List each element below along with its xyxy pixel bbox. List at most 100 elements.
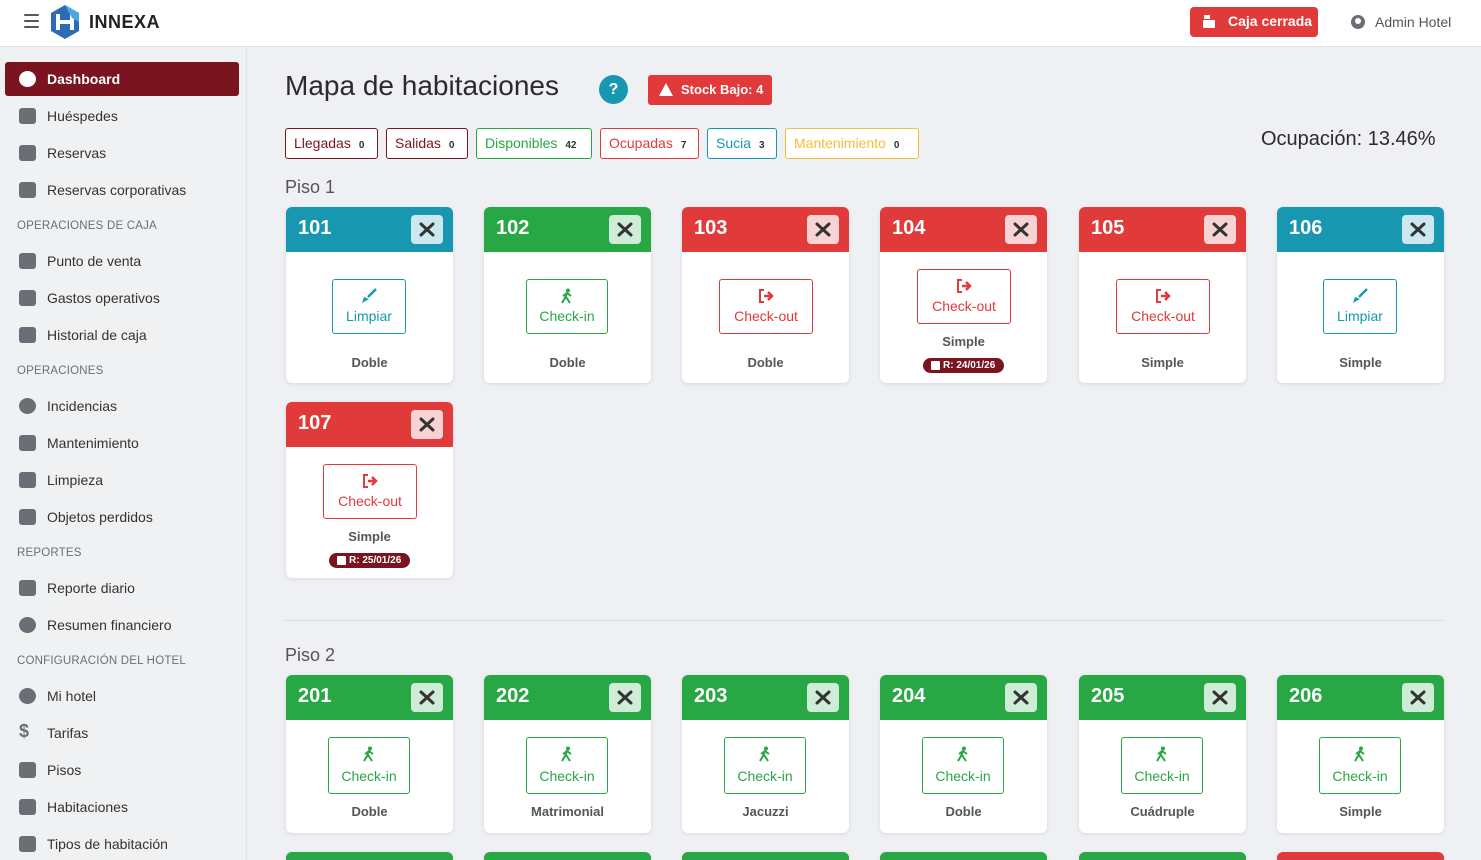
room-action-button[interactable]: Check-in <box>526 737 608 794</box>
cash-register-icon <box>19 253 36 269</box>
room-number: 203 <box>694 685 728 707</box>
filter-label: Salidas <box>395 135 441 151</box>
tools-icon[interactable] <box>807 683 839 712</box>
room-card-104: 104 Check-out Simple R: 24/01/26 <box>880 207 1047 383</box>
sidebar-item-limpieza[interactable]: Limpieza <box>5 463 239 497</box>
room-action-label: Check-in <box>539 308 595 324</box>
sidebar-item-label: Reservas corporativas <box>47 182 187 198</box>
tools-icon[interactable] <box>411 683 443 712</box>
room-action-button[interactable]: Check-out <box>323 464 417 519</box>
walking-person-icon <box>759 746 770 762</box>
sidebar-item-reporte-diario[interactable]: Reporte diario <box>5 571 239 605</box>
sidebar-item-pisos[interactable]: Pisos <box>5 753 239 787</box>
filter-mantenimiento[interactable]: Mantenimiento 0 <box>785 128 919 159</box>
sidebar-item-reservas-corporativas[interactable]: Reservas corporativas <box>5 173 239 207</box>
tools-icon[interactable] <box>411 215 443 244</box>
help-button[interactable]: ? <box>599 75 628 104</box>
sidebar-item-mi-hotel[interactable]: Mi hotel <box>5 679 239 713</box>
filter-count: 0 <box>358 140 365 151</box>
broom-icon <box>362 288 377 303</box>
sidebar-item-reservas[interactable]: Reservas <box>5 136 239 170</box>
tools-icon[interactable] <box>609 215 641 244</box>
sidebar-item-tarifas[interactable]: $ Tarifas <box>5 716 239 750</box>
room-action-label: Check-in <box>539 768 595 784</box>
sidebar-item-objetos-perdidos[interactable]: Objetos perdidos <box>5 500 239 534</box>
sidebar-item-habitaciones[interactable]: Habitaciones <box>5 790 239 824</box>
filter-sucia[interactable]: Sucia 3 <box>707 128 777 159</box>
room-action-button[interactable]: Check-in <box>526 279 608 334</box>
sidebar-item-incidencias[interactable]: Incidencias <box>5 389 239 423</box>
room-type: Cuádruple <box>1130 804 1195 819</box>
sidebar-item-historial[interactable]: Historial de caja <box>5 318 239 352</box>
sidebar-item-tipos-habitacion[interactable]: Tipos de habitación <box>5 827 239 860</box>
room-action-button[interactable]: Check-out <box>719 279 813 334</box>
sidebar-item-punto-venta[interactable]: Punto de venta <box>5 244 239 278</box>
room-action-label: Check-out <box>734 308 798 324</box>
occupancy-rate: Ocupación: 13.46% <box>1261 128 1436 150</box>
sidebar-item-dashboard[interactable]: Dashboard <box>5 62 239 96</box>
tools-icon[interactable] <box>411 410 443 439</box>
floor-divider <box>285 620 1443 621</box>
caja-cerrada-button[interactable]: Caja cerrada <box>1190 7 1318 37</box>
sidebar-item-mantenimiento[interactable]: Mantenimiento <box>5 426 239 460</box>
filter-llegadas[interactable]: Llegadas 0 <box>285 128 378 159</box>
sidebar-item-label: Resumen financiero <box>47 617 172 633</box>
tools-icon[interactable] <box>1402 215 1434 244</box>
sign-out-icon <box>363 474 378 488</box>
sidebar-item-label: Limpieza <box>47 472 104 488</box>
filter-count: 0 <box>893 140 900 151</box>
sidebar-item-label: Reporte diario <box>47 580 135 596</box>
room-type: Matrimonial <box>531 804 604 819</box>
tools-icon[interactable] <box>1005 215 1037 244</box>
calendar-icon <box>19 145 36 161</box>
tools-icon[interactable] <box>1204 683 1236 712</box>
room-action-button[interactable]: Check-out <box>917 269 1011 324</box>
room-action-button[interactable]: Check-in <box>724 737 806 794</box>
sidebar-item-label: Pisos <box>47 762 82 778</box>
filter-ocupadas[interactable]: Ocupadas 7 <box>600 128 699 159</box>
room-action-button[interactable]: Check-out <box>1116 279 1210 334</box>
room-type: Doble <box>747 355 784 370</box>
room-action-button[interactable]: Check-in <box>1319 737 1401 794</box>
tools-icon[interactable] <box>1005 683 1037 712</box>
tools-icon[interactable] <box>1204 215 1236 244</box>
stock-bajo-label: Stock Bajo: 4 <box>681 82 764 97</box>
filter-count: 42 <box>565 140 577 151</box>
stock-bajo-button[interactable]: Stock Bajo: 4 <box>648 75 772 105</box>
calendar-icon <box>931 361 940 370</box>
user-menu[interactable]: Admin Hotel <box>1351 14 1451 30</box>
wrench-icon <box>19 435 36 451</box>
room-card-partial <box>880 852 1047 860</box>
room-action-button[interactable]: Check-in <box>922 737 1004 794</box>
room-card-202: 202 Check-in Matrimonial <box>484 675 651 833</box>
sidebar-item-label: Dashboard <box>47 71 121 87</box>
room-number: 106 <box>1289 217 1323 239</box>
room-type: Simple <box>1339 804 1382 819</box>
filter-salidas[interactable]: Salidas 0 <box>386 128 468 159</box>
sidebar-item-huespedes[interactable]: Huéspedes <box>5 99 239 133</box>
tools-icon[interactable] <box>807 215 839 244</box>
sidebar-item-resumen-financiero[interactable]: Resumen financiero <box>5 608 239 642</box>
filter-disponibles[interactable]: Disponibles 42 <box>476 128 592 159</box>
room-card-206: 206 Check-in Simple <box>1277 675 1444 833</box>
room-type: Doble <box>351 355 388 370</box>
room-card-204: 204 Check-in Doble <box>880 675 1047 833</box>
room-card-partial <box>484 852 651 860</box>
sign-out-icon <box>957 279 972 293</box>
sidebar-item-label: Mantenimiento <box>47 435 139 451</box>
history-icon <box>19 327 36 343</box>
room-number: 107 <box>298 412 332 434</box>
tools-icon[interactable] <box>1402 683 1434 712</box>
sidebar-item-label: Objetos perdidos <box>47 509 153 525</box>
filter-label: Mantenimiento <box>794 135 886 151</box>
menu-icon[interactable] <box>24 14 39 28</box>
door-icon <box>19 799 36 815</box>
room-action-label: Check-out <box>932 298 996 314</box>
room-action-button[interactable]: Limpiar <box>1323 279 1397 334</box>
room-action-button[interactable]: Check-in <box>1121 737 1203 794</box>
room-action-button[interactable]: Limpiar <box>332 279 406 334</box>
walking-person-icon <box>1156 746 1167 762</box>
room-action-button[interactable]: Check-in <box>328 737 410 794</box>
tools-icon[interactable] <box>609 683 641 712</box>
sidebar-item-gastos[interactable]: Gastos operativos <box>5 281 239 315</box>
